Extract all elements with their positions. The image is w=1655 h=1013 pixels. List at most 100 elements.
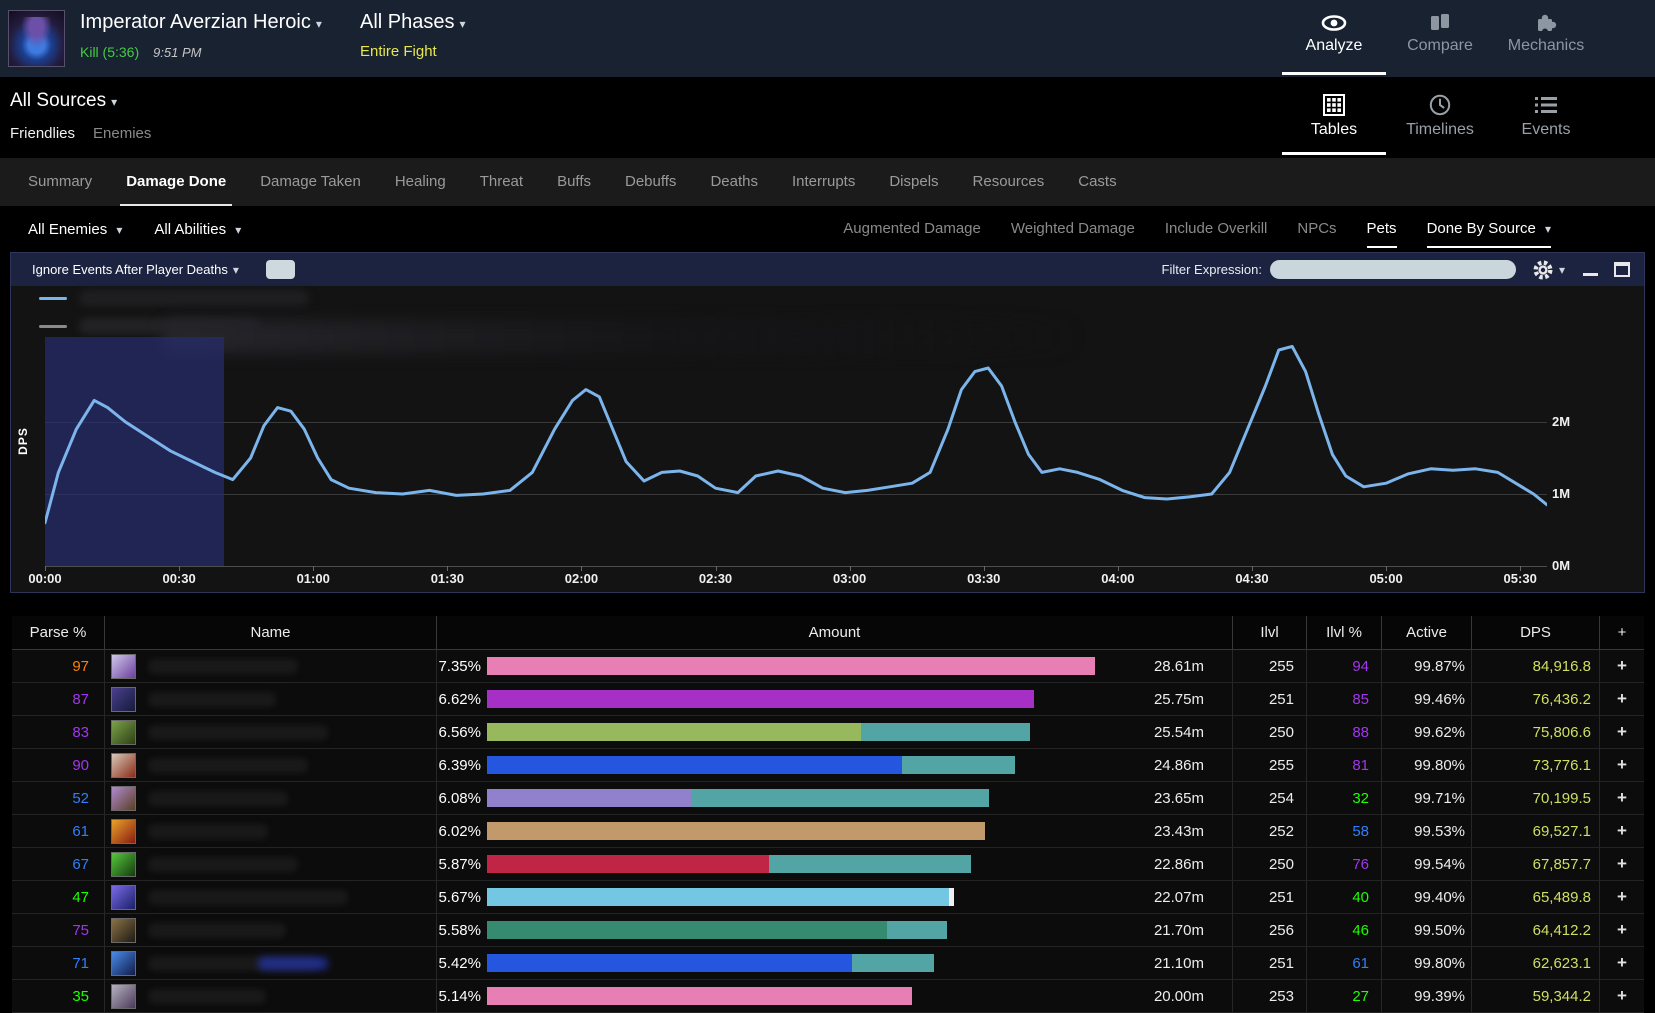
ilvl-percent-cell[interactable]: 46 xyxy=(1307,914,1382,947)
tab-dispels[interactable]: Dispels xyxy=(889,158,938,206)
expand-row-button[interactable]: + xyxy=(1617,887,1627,907)
parse-percent[interactable]: 47 xyxy=(72,889,89,906)
nav-analyze[interactable]: Analyze xyxy=(1281,0,1387,77)
player-name-cell[interactable] xyxy=(105,716,437,749)
filter-expression-input[interactable] xyxy=(1270,260,1516,279)
tab-interrupts[interactable]: Interrupts xyxy=(792,158,855,206)
expand-row-button[interactable]: + xyxy=(1617,986,1627,1006)
maximize-icon[interactable] xyxy=(1614,262,1630,277)
tab-summary[interactable]: Summary xyxy=(28,158,92,206)
parse-percent[interactable]: 87 xyxy=(72,691,89,708)
parse-percent[interactable]: 35 xyxy=(72,988,89,1005)
ilvl-percent-cell[interactable]: 61 xyxy=(1307,947,1382,980)
ignore-deaths-dropdown[interactable]: Ignore Events After Player Deaths▾ xyxy=(32,262,239,277)
ilvl-percent-cell[interactable]: 76 xyxy=(1307,848,1382,881)
minimize-icon[interactable] xyxy=(1583,273,1598,276)
tab-deaths[interactable]: Deaths xyxy=(710,158,758,206)
column-header-ilvl[interactable]: Ilvl xyxy=(1233,616,1307,650)
parse-percent[interactable]: 61 xyxy=(72,823,89,840)
kill-label: Kill (5:36) xyxy=(80,44,139,60)
ilvl-percent-cell[interactable]: 81 xyxy=(1307,749,1382,782)
dps-line-series xyxy=(45,295,1547,568)
tab-buffs[interactable]: Buffs xyxy=(557,158,591,206)
player-name-cell[interactable] xyxy=(105,815,437,848)
parse-percent[interactable]: 97 xyxy=(72,658,89,675)
filter-left-group: All Enemies ▾ All Abilities ▾ xyxy=(0,221,273,238)
player-name-cell[interactable] xyxy=(105,650,437,683)
boss-portrait[interactable] xyxy=(8,10,65,67)
player-name-cell[interactable] xyxy=(105,848,437,881)
column-header-name[interactable]: Name xyxy=(105,616,437,650)
toggle-pets[interactable]: Pets xyxy=(1367,206,1397,252)
player-name-cell[interactable] xyxy=(105,683,437,716)
nav-events[interactable]: Events xyxy=(1493,77,1599,158)
toggle-include-overkill[interactable]: Include Overkill xyxy=(1165,206,1268,252)
tab-threat[interactable]: Threat xyxy=(480,158,523,206)
ilvl-percent-cell[interactable]: 58 xyxy=(1307,815,1382,848)
column-header-parse[interactable]: Parse % xyxy=(12,616,105,650)
player-name-cell[interactable] xyxy=(105,914,437,947)
parse-percent[interactable]: 90 xyxy=(72,757,89,774)
ilvl-percent-cell[interactable]: 88 xyxy=(1307,716,1382,749)
tab-healing[interactable]: Healing xyxy=(395,158,446,206)
toggle-augmented-damage[interactable]: Augmented Damage xyxy=(843,206,981,252)
column-header-dps[interactable]: DPS xyxy=(1472,616,1600,650)
boss-title-dropdown[interactable]: Imperator Averzian Heroic▾ xyxy=(80,11,322,34)
expand-row-button[interactable]: + xyxy=(1617,689,1627,709)
parse-percent[interactable]: 83 xyxy=(72,724,89,741)
expand-row-button[interactable]: + xyxy=(1617,821,1627,841)
parse-percent[interactable]: 75 xyxy=(72,922,89,939)
parse-percent[interactable]: 52 xyxy=(72,790,89,807)
ilvl-percent-cell[interactable]: 94 xyxy=(1307,650,1382,683)
dropdown-all-enemies[interactable]: All Enemies ▾ xyxy=(28,221,122,238)
nav-timelines[interactable]: Timelines xyxy=(1387,77,1493,158)
ignore-deaths-checkbox[interactable] xyxy=(266,260,295,279)
dps-chart[interactable]: DPS 0M1M2M00:0000:3001:0001:3002:0002:30… xyxy=(11,286,1644,592)
nav-mechanics[interactable]: Mechanics xyxy=(1493,0,1599,77)
class-spec-icon xyxy=(111,885,136,910)
tab-debuffs[interactable]: Debuffs xyxy=(625,158,676,206)
expand-row-button[interactable]: + xyxy=(1617,788,1627,808)
player-name-cell[interactable] xyxy=(105,947,437,980)
phases-dropdown[interactable]: All Phases▾ xyxy=(360,11,466,34)
y-tick-label: 1M xyxy=(1552,486,1570,501)
chevron-down-icon: ▾ xyxy=(1559,263,1565,277)
ilvl-percent-cell[interactable]: 32 xyxy=(1307,782,1382,815)
all-sources-dropdown[interactable]: All Sources▾ xyxy=(10,90,117,112)
source-link-friendlies[interactable]: Friendlies xyxy=(10,125,75,142)
column-header-expand[interactable]: + xyxy=(1600,616,1644,650)
source-link-enemies[interactable]: Enemies xyxy=(93,125,151,142)
expand-row-button[interactable]: + xyxy=(1617,854,1627,874)
player-name-cell[interactable] xyxy=(105,881,437,914)
tab-damage-taken[interactable]: Damage Taken xyxy=(260,158,361,206)
ilvl-percent-cell[interactable]: 85 xyxy=(1307,683,1382,716)
nav-tables[interactable]: Tables xyxy=(1281,77,1387,158)
player-name-cell[interactable] xyxy=(105,782,437,815)
tab-casts[interactable]: Casts xyxy=(1078,158,1116,206)
damage-bar-segment xyxy=(487,888,949,906)
expand-row-button[interactable]: + xyxy=(1617,722,1627,742)
toggle-npcs[interactable]: NPCs xyxy=(1297,206,1336,252)
parse-percent[interactable]: 67 xyxy=(72,856,89,873)
player-name-cell[interactable] xyxy=(105,980,437,1013)
ilvl-percent-cell[interactable]: 27 xyxy=(1307,980,1382,1013)
toggle-done-by-source[interactable]: Done By Source ▾ xyxy=(1427,206,1551,252)
tab-resources[interactable]: Resources xyxy=(973,158,1045,206)
column-header-amount[interactable]: Amount xyxy=(437,616,1233,650)
expand-row-button[interactable]: + xyxy=(1617,920,1627,940)
ilvl-percent-cell[interactable]: 40 xyxy=(1307,881,1382,914)
graph-settings-button[interactable]: ▾ xyxy=(1532,259,1565,281)
chevron-down-icon: ▾ xyxy=(116,223,122,237)
dropdown-all-abilities[interactable]: All Abilities ▾ xyxy=(154,221,241,238)
expand-row-button[interactable]: + xyxy=(1617,755,1627,775)
tab-damage-done[interactable]: Damage Done xyxy=(126,158,226,206)
expand-row-button[interactable]: + xyxy=(1617,656,1627,676)
censored-player-name xyxy=(148,989,266,1004)
column-header-ilvl[interactable]: Ilvl % xyxy=(1307,616,1382,650)
player-name-cell[interactable] xyxy=(105,749,437,782)
toggle-weighted-damage[interactable]: Weighted Damage xyxy=(1011,206,1135,252)
column-header-active[interactable]: Active xyxy=(1382,616,1472,650)
parse-percent[interactable]: 71 xyxy=(72,955,89,972)
expand-row-button[interactable]: + xyxy=(1617,953,1627,973)
nav-compare[interactable]: Compare xyxy=(1387,0,1493,77)
